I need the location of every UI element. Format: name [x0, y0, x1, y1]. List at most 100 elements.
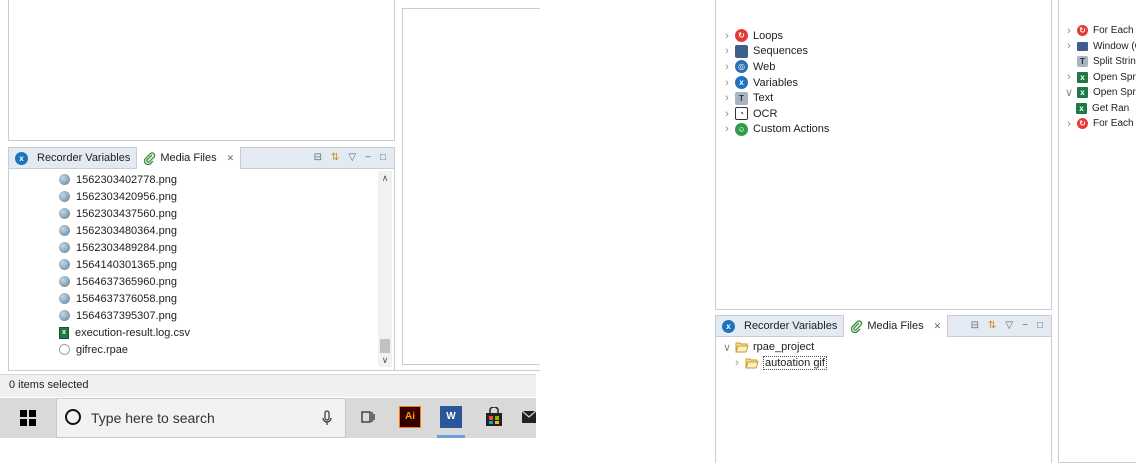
- image-file-icon: [59, 242, 70, 253]
- list-item[interactable]: gifrec.rpae: [59, 341, 190, 358]
- link-editor-icon[interactable]: ⇅: [988, 321, 996, 331]
- list-item[interactable]: 1564637376058.png: [59, 290, 190, 307]
- close-icon[interactable]: ✕: [934, 321, 942, 332]
- excel-icon: x: [1077, 71, 1088, 83]
- tab-media-files[interactable]: Media Files ✕: [843, 315, 949, 337]
- outline-item[interactable]: ›xOpen Spre: [1064, 70, 1136, 86]
- collapse-all-icon[interactable]: ⊟: [971, 321, 979, 331]
- windows-start-icon[interactable]: [20, 410, 36, 426]
- palette-panel: › ↻ Loops › Sequences › ◎ Web › x Variables › T T…: [715, 0, 1052, 310]
- palette-item-ocr[interactable]: › ◔ OCR: [722, 106, 829, 122]
- tab-label: Recorder Variables: [744, 320, 838, 332]
- loop-icon: ↻: [1077, 118, 1088, 130]
- list-item[interactable]: 1562303437560.png: [59, 205, 190, 222]
- image-file-icon: [59, 259, 70, 270]
- palette-item-sequences[interactable]: › Sequences: [722, 44, 829, 60]
- illustrator-icon[interactable]: Ai: [399, 406, 421, 428]
- palette-item-custom-actions[interactable]: › ☺ Custom Actions: [722, 122, 829, 138]
- image-file-icon: [59, 293, 70, 304]
- image-file-icon: [59, 174, 70, 185]
- ocr-icon: ◔: [735, 107, 748, 121]
- chevron-right-icon: ›: [1067, 71, 1071, 84]
- outline-item[interactable]: › ↻ For Each (: [1064, 116, 1136, 132]
- variables-icon: x: [722, 319, 735, 333]
- status-text: 0 items selected: [9, 379, 89, 391]
- list-item[interactable]: 1562303489284.png: [59, 239, 190, 256]
- view-tab-bar-right: x Recorder Variables Media Files ✕ ⊟ ⇅ ▽…: [715, 315, 1052, 337]
- minimize-icon[interactable]: −: [1022, 321, 1028, 331]
- tree-item-project[interactable]: ∨ rpae_project: [722, 339, 827, 355]
- outline-tree: ›↻For Each ( ›Window (C TSplit String ›x…: [1064, 23, 1136, 132]
- chevron-right-icon: ›: [1067, 117, 1071, 130]
- sequences-icon: [735, 44, 748, 58]
- task-view-icon[interactable]: [361, 410, 375, 424]
- palette-item-text[interactable]: › T Text: [722, 90, 829, 106]
- chevron-right-icon: ›: [725, 45, 729, 58]
- list-item[interactable]: x execution-result.log.csv: [59, 324, 190, 341]
- folder-open-icon: [735, 342, 749, 352]
- list-item[interactable]: 1564140301365.png: [59, 256, 190, 273]
- maximize-icon[interactable]: □: [380, 153, 386, 163]
- outline-item[interactable]: ›Window (C: [1064, 39, 1136, 55]
- maximize-icon[interactable]: □: [1037, 321, 1043, 331]
- chevron-right-icon: ›: [725, 76, 729, 89]
- store-icon[interactable]: [485, 407, 503, 427]
- tab-media-files[interactable]: Media Files ✕: [136, 147, 242, 169]
- media-files-panel-right: ∨ rpae_project › autoation gif: [715, 337, 1052, 463]
- chevron-right-icon: ›: [725, 123, 729, 136]
- outline-item[interactable]: ∨xOpen Spre: [1064, 85, 1136, 101]
- tab-label: Media Files: [867, 320, 924, 332]
- list-item[interactable]: 1562303420956.png: [59, 188, 190, 205]
- view-tab-bar: x Recorder Variables Media Files ✕ ⊟ ⇅ ▽…: [8, 147, 395, 169]
- text-icon: T: [735, 91, 748, 105]
- variables-icon: x: [15, 151, 28, 165]
- right-screenshot: › ↻ Loops › Sequences › ◎ Web › x Variables › T T…: [712, 0, 1136, 463]
- paperclip-icon: [851, 319, 863, 333]
- chevron-down-icon: ∨: [722, 341, 732, 354]
- view-menu-icon[interactable]: ▽: [1005, 321, 1013, 331]
- microphone-icon[interactable]: [322, 410, 332, 426]
- list-item[interactable]: 1562303480364.png: [59, 222, 190, 239]
- tree-item-folder[interactable]: › autoation gif: [722, 355, 827, 371]
- chevron-right-icon: ›: [725, 107, 729, 120]
- outline-item[interactable]: › ↻ For Each (: [1064, 23, 1136, 39]
- tab-recorder-variables[interactable]: x Recorder Variables: [716, 316, 843, 336]
- chevron-right-icon: ›: [1067, 24, 1071, 37]
- chevron-right-icon: ›: [735, 357, 739, 369]
- left-screenshot: x Recorder Variables Media Files ✕ ⊟ ⇅ ▽…: [0, 0, 540, 463]
- list-item[interactable]: 1564637365960.png: [59, 273, 190, 290]
- scroll-thumb[interactable]: [380, 339, 390, 353]
- rpae-file-icon: [59, 344, 70, 355]
- upper-right-panel: [402, 8, 540, 365]
- palette-item-web[interactable]: › ◎ Web: [722, 59, 829, 75]
- vertical-scrollbar[interactable]: ∧ ∨: [378, 171, 392, 367]
- word-active-indicator: [437, 435, 465, 438]
- paperclip-icon: [144, 151, 156, 165]
- chevron-right-icon: ›: [1067, 40, 1071, 53]
- chevron-right-icon: ›: [725, 29, 729, 42]
- tab-recorder-variables[interactable]: x Recorder Variables: [9, 148, 136, 168]
- outline-item[interactable]: TSplit String: [1064, 54, 1136, 70]
- status-bar: 0 items selected: [0, 374, 536, 397]
- mail-icon[interactable]: [522, 411, 536, 423]
- outline-panel: ›↻For Each ( ›Window (C TSplit String ›x…: [1058, 0, 1136, 463]
- list-item[interactable]: 1562303402778.png: [59, 171, 190, 188]
- link-editor-icon[interactable]: ⇅: [331, 153, 339, 163]
- list-item[interactable]: 1564637395307.png: [59, 307, 190, 324]
- minimize-icon[interactable]: −: [365, 153, 371, 163]
- right-pane-border: [395, 370, 540, 371]
- word-icon[interactable]: W: [440, 406, 462, 428]
- palette-item-loops[interactable]: › ↻ Loops: [722, 28, 829, 44]
- project-tree: ∨ rpae_project › autoation gif: [722, 339, 827, 371]
- outline-item[interactable]: x Get Ran: [1064, 101, 1136, 117]
- view-toolbar: ⊟ ⇅ ▽ − □: [314, 153, 394, 163]
- scroll-down-icon[interactable]: ∨: [378, 353, 392, 367]
- close-icon[interactable]: ✕: [227, 153, 235, 164]
- collapse-all-icon[interactable]: ⊟: [314, 153, 322, 163]
- taskbar-search-box[interactable]: Type here to search: [56, 398, 346, 438]
- palette-item-variables[interactable]: › x Variables: [722, 75, 829, 91]
- scroll-up-icon[interactable]: ∧: [378, 171, 392, 185]
- media-files-panel: 1562303402778.png 1562303420956.png 1562…: [8, 169, 395, 371]
- view-menu-icon[interactable]: ▽: [348, 153, 356, 163]
- upper-left-panel: [8, 0, 395, 141]
